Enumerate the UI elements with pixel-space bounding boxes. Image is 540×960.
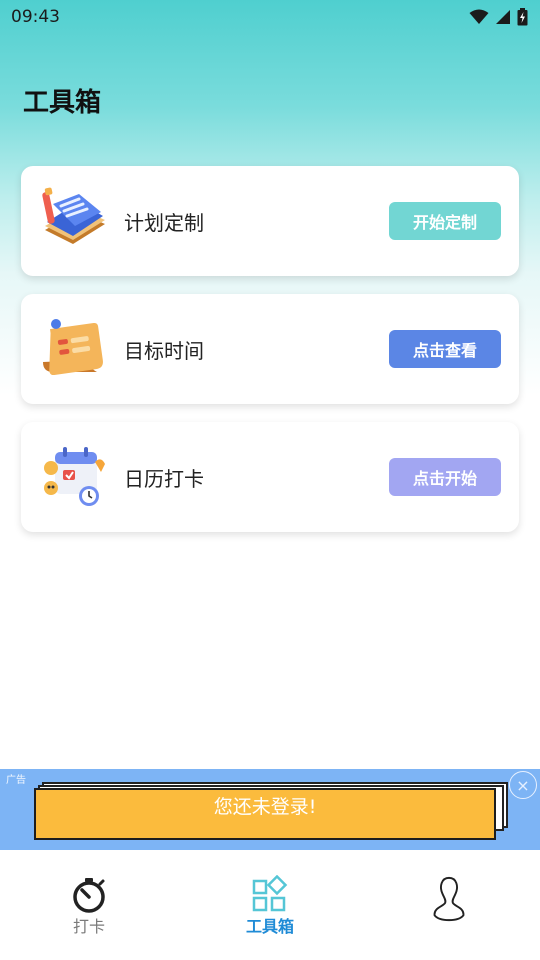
page-title: 工具箱 [23,88,102,118]
wifi-icon [469,9,489,24]
tool-card-calendar[interactable]: 日历打卡 点击开始 [21,422,519,532]
scroll-note-icon [43,319,103,376]
start-calendar-button[interactable]: 点击开始 [389,458,501,496]
nav-label: 打卡 [72,917,105,936]
tool-label: 计划定制 [124,210,204,235]
nav-label: 工具箱 [245,917,294,936]
nav-item-profile[interactable] [389,850,509,960]
start-plan-button[interactable]: 开始定制 [389,202,501,240]
ad-banner[interactable]: 广告 您还未登录! × [0,769,540,850]
tool-label: 日历打卡 [124,466,204,491]
tool-card-goal-time[interactable]: 目标时间 点击查看 [21,294,519,404]
signal-icon [496,10,510,24]
tool-card-plan[interactable]: 计划定制 开始定制 [21,166,519,276]
status-icons [469,8,528,26]
calendar-checkin-icon [44,447,105,506]
stopwatch-icon [73,878,105,913]
ad-tag: 广告 [6,775,26,786]
planner-book-icon [42,187,105,244]
ad-text: 您还未登录! [213,796,317,818]
bottom-nav: 打卡 工具箱 [0,850,540,960]
status-time: 09:43 [11,7,60,27]
battery-icon [517,8,528,26]
view-goal-time-button[interactable]: 点击查看 [389,330,501,368]
tool-label: 目标时间 [124,338,204,363]
nav-item-checkin[interactable]: 打卡 [29,850,149,960]
ad-close-icon[interactable]: × [509,771,537,799]
nav-item-toolbox[interactable]: 工具箱 [210,850,330,960]
status-bar: 09:43 [0,0,540,34]
toolbox-grid-icon [252,875,288,912]
profile-icon [433,876,465,922]
ad-message[interactable]: 您还未登录! [34,788,496,840]
